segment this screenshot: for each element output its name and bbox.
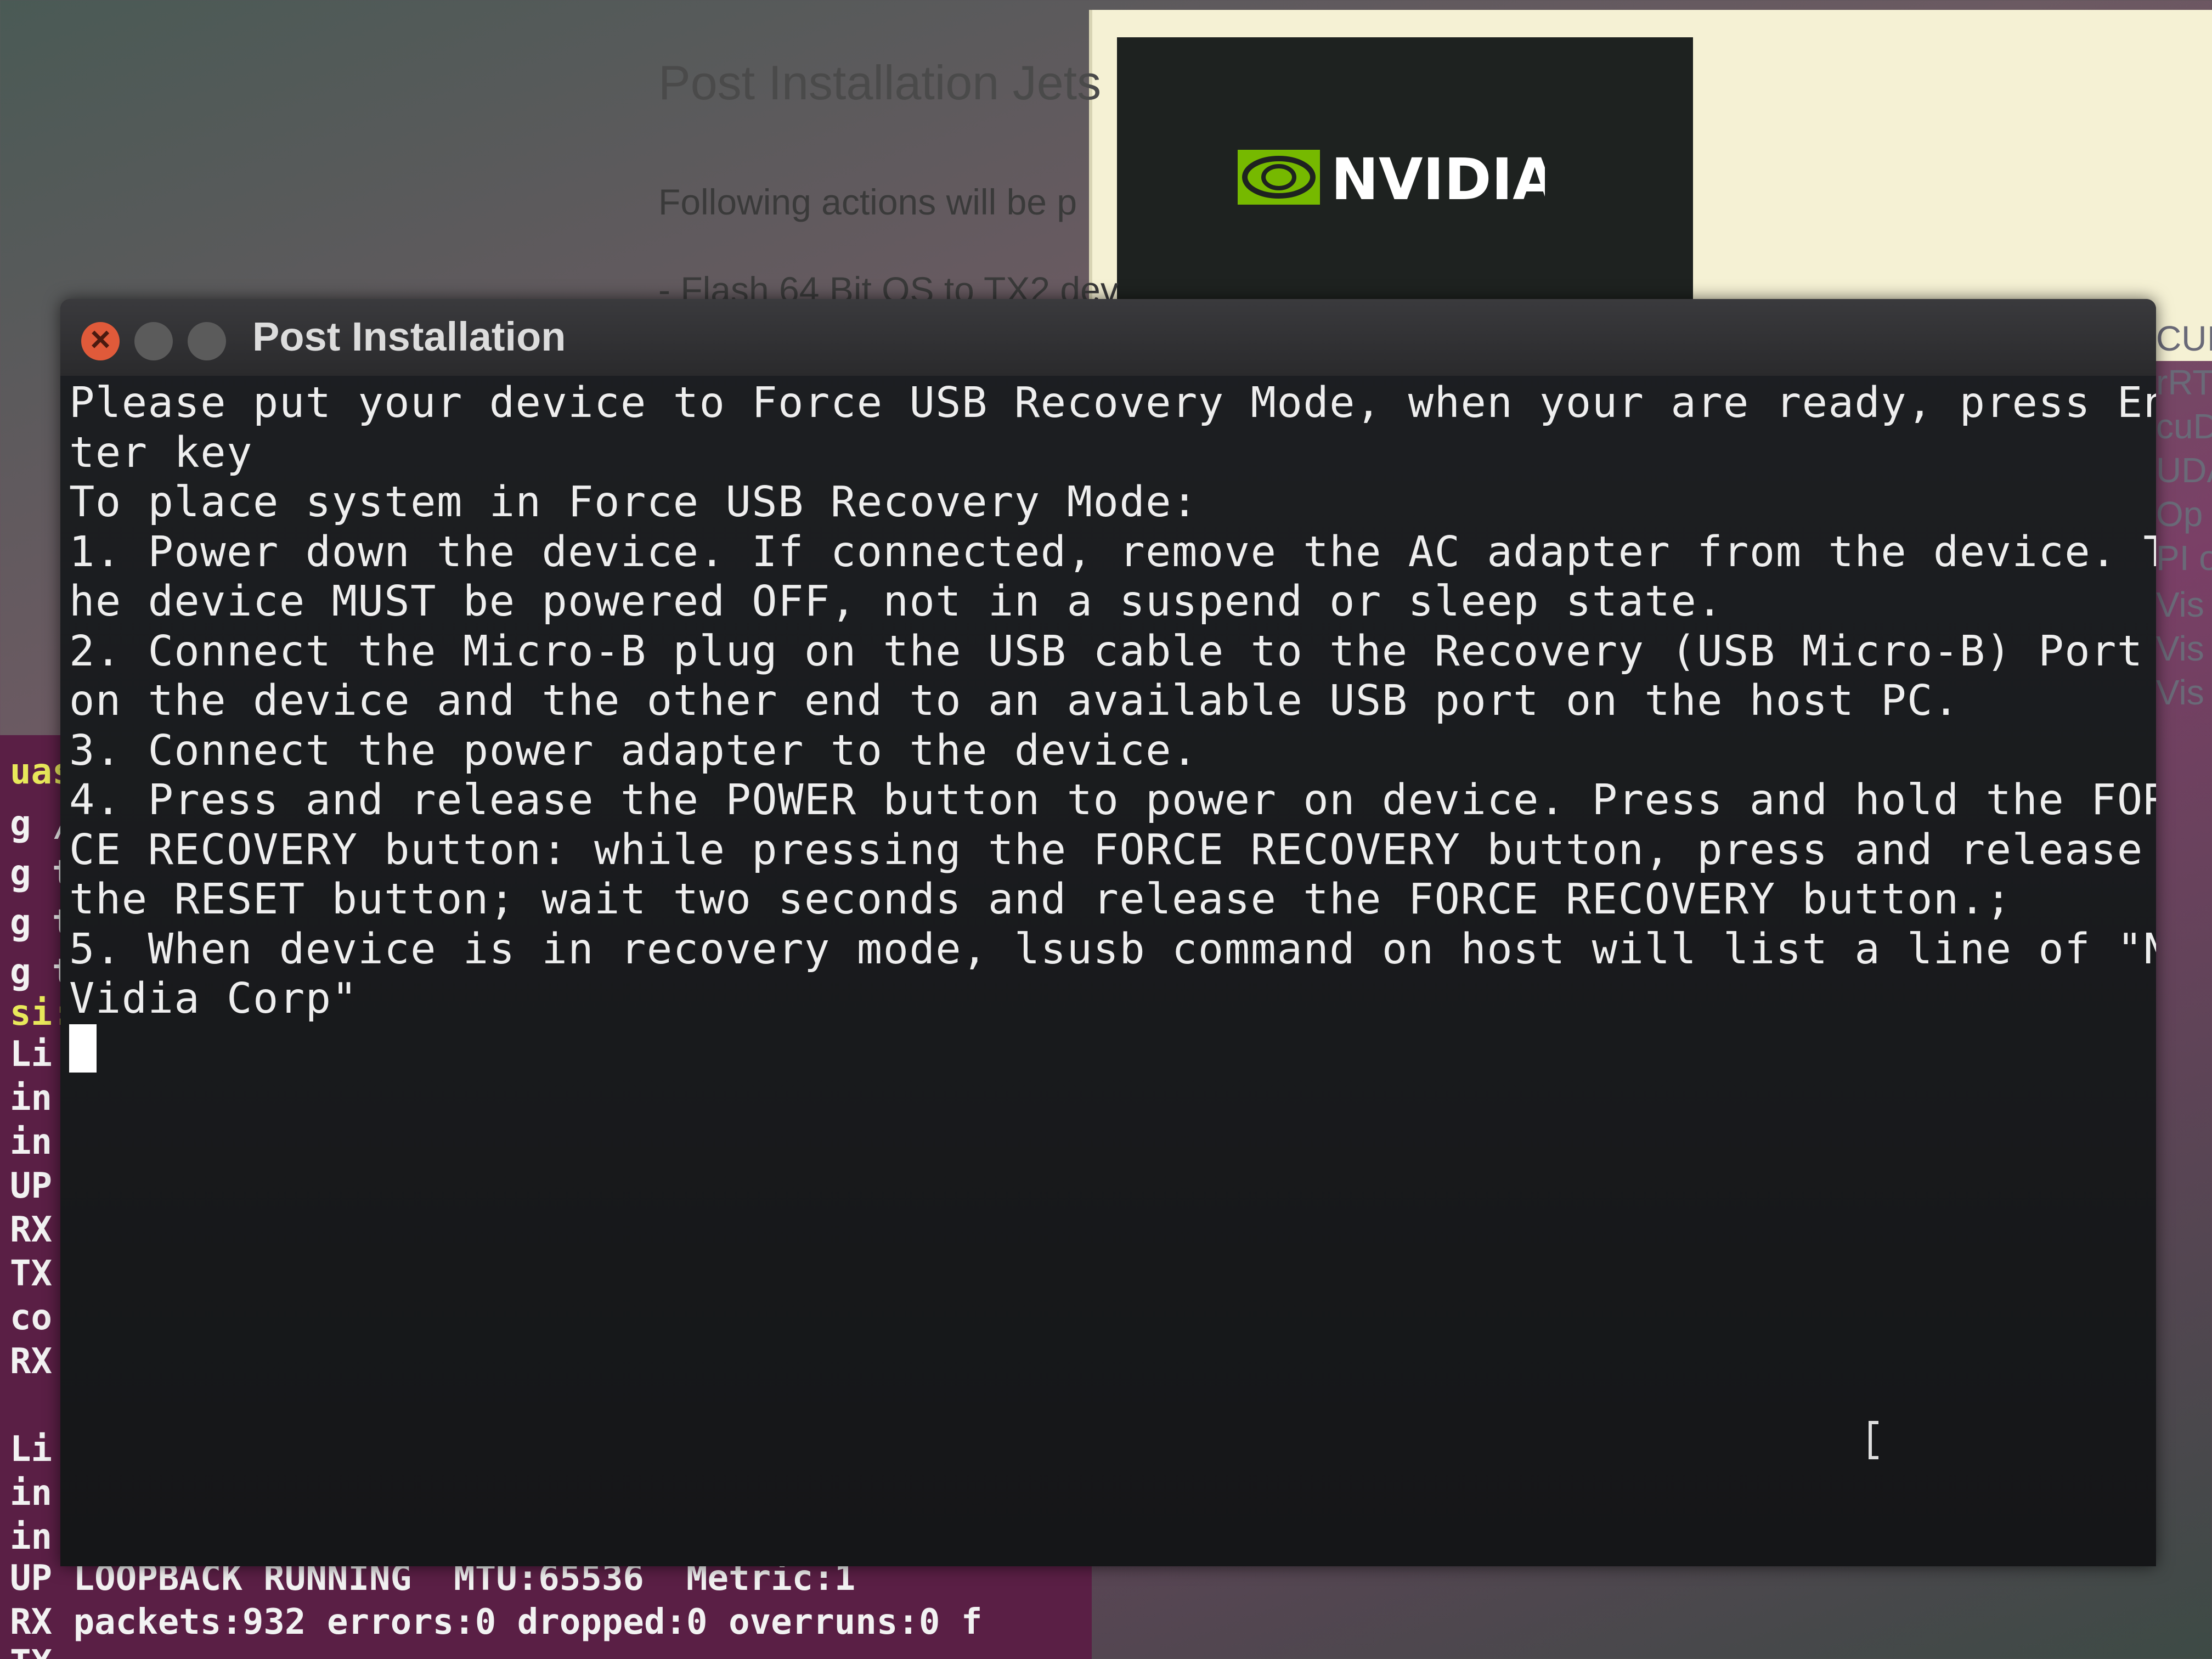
- bg-line: RX: [10, 1341, 53, 1382]
- bg-line: TX: [10, 1254, 53, 1294]
- bg-line: Li: [10, 1429, 53, 1470]
- installer-side-item: CUI: [2156, 319, 2212, 358]
- installer-side-item: Vis: [2156, 629, 2204, 668]
- bg-line: Li: [10, 1034, 53, 1075]
- bg-line: RX packets:932 errors:0 dropped:0 overru…: [10, 1602, 983, 1643]
- mouse-ibeam-cursor-icon: [1869, 1421, 1878, 1459]
- bg-line: co: [10, 1297, 53, 1338]
- installer-side-item: Vis: [2156, 673, 2204, 712]
- nvidia-logo-text: NVIDIA: [1331, 146, 1545, 213]
- installer-side-item: rRT: [2156, 363, 2212, 402]
- terminal-line: 3. Connect the power adapter to the devi…: [69, 726, 1198, 775]
- installer-side-item: Vis: [2156, 585, 2204, 624]
- installer-side-item: UDA: [2156, 450, 2212, 490]
- terminal-line: Please put your device to Force USB Reco…: [69, 379, 2156, 427]
- bg-line: in: [10, 1122, 53, 1163]
- terminal-line: CE RECOVERY button: while pressing the F…: [69, 825, 2143, 874]
- installer-side-item: cuD: [2156, 407, 2212, 446]
- installer-side-item: Op: [2156, 494, 2203, 534]
- terminal-input-line[interactable]: [69, 1024, 2154, 1074]
- terminal-output[interactable]: Please put your device to Force USB Reco…: [69, 379, 2156, 1074]
- minimize-button[interactable]: [134, 322, 173, 360]
- terminal-line: 5. When device is in recovery mode, lsus…: [69, 924, 2156, 974]
- terminal-line: To place system in Force USB Recovery Mo…: [69, 478, 1198, 527]
- window-titlebar[interactable]: Post Installation: [60, 299, 2156, 376]
- maximize-button[interactable]: [188, 322, 226, 360]
- bg-line: RX: [10, 1210, 53, 1250]
- installer-side-item: PI o: [2156, 538, 2212, 578]
- installer-subtitle: Following actions will be p: [658, 182, 1077, 222]
- bg-line: TX: [10, 1643, 52, 1659]
- bg-line: UP: [10, 1166, 53, 1206]
- nvidia-banner: NVIDIA: [1117, 37, 1693, 345]
- bg-line: in: [10, 1517, 53, 1558]
- terminal-line: 2. Connect the Micro-B plug on the USB c…: [69, 627, 2143, 676]
- terminal-line: 1. Power down the device. If connected, …: [69, 527, 2156, 577]
- close-button[interactable]: [81, 319, 120, 360]
- installer-title: Post Installation Jets: [658, 55, 1102, 110]
- bg-line: in: [10, 1473, 53, 1514]
- bg-line: in: [10, 1078, 53, 1119]
- terminal-line: he device MUST be powered OFF, not in a …: [69, 577, 1724, 626]
- text-cursor: [69, 1024, 97, 1073]
- terminal-line: ter key: [69, 428, 253, 477]
- terminal-line: on the device and the other end to an av…: [69, 676, 1960, 725]
- nvidia-logo: NVIDIA: [1238, 146, 1545, 213]
- terminal-line: the RESET button; wait two seconds and r…: [69, 875, 2012, 924]
- terminal-line: 4. Press and release the POWER button to…: [69, 776, 2156, 825]
- window-title: Post Installation: [252, 314, 566, 359]
- post-installation-terminal[interactable]: Post Installation Please put your device…: [60, 299, 2156, 1566]
- terminal-line: Vidia Corp": [69, 974, 358, 1023]
